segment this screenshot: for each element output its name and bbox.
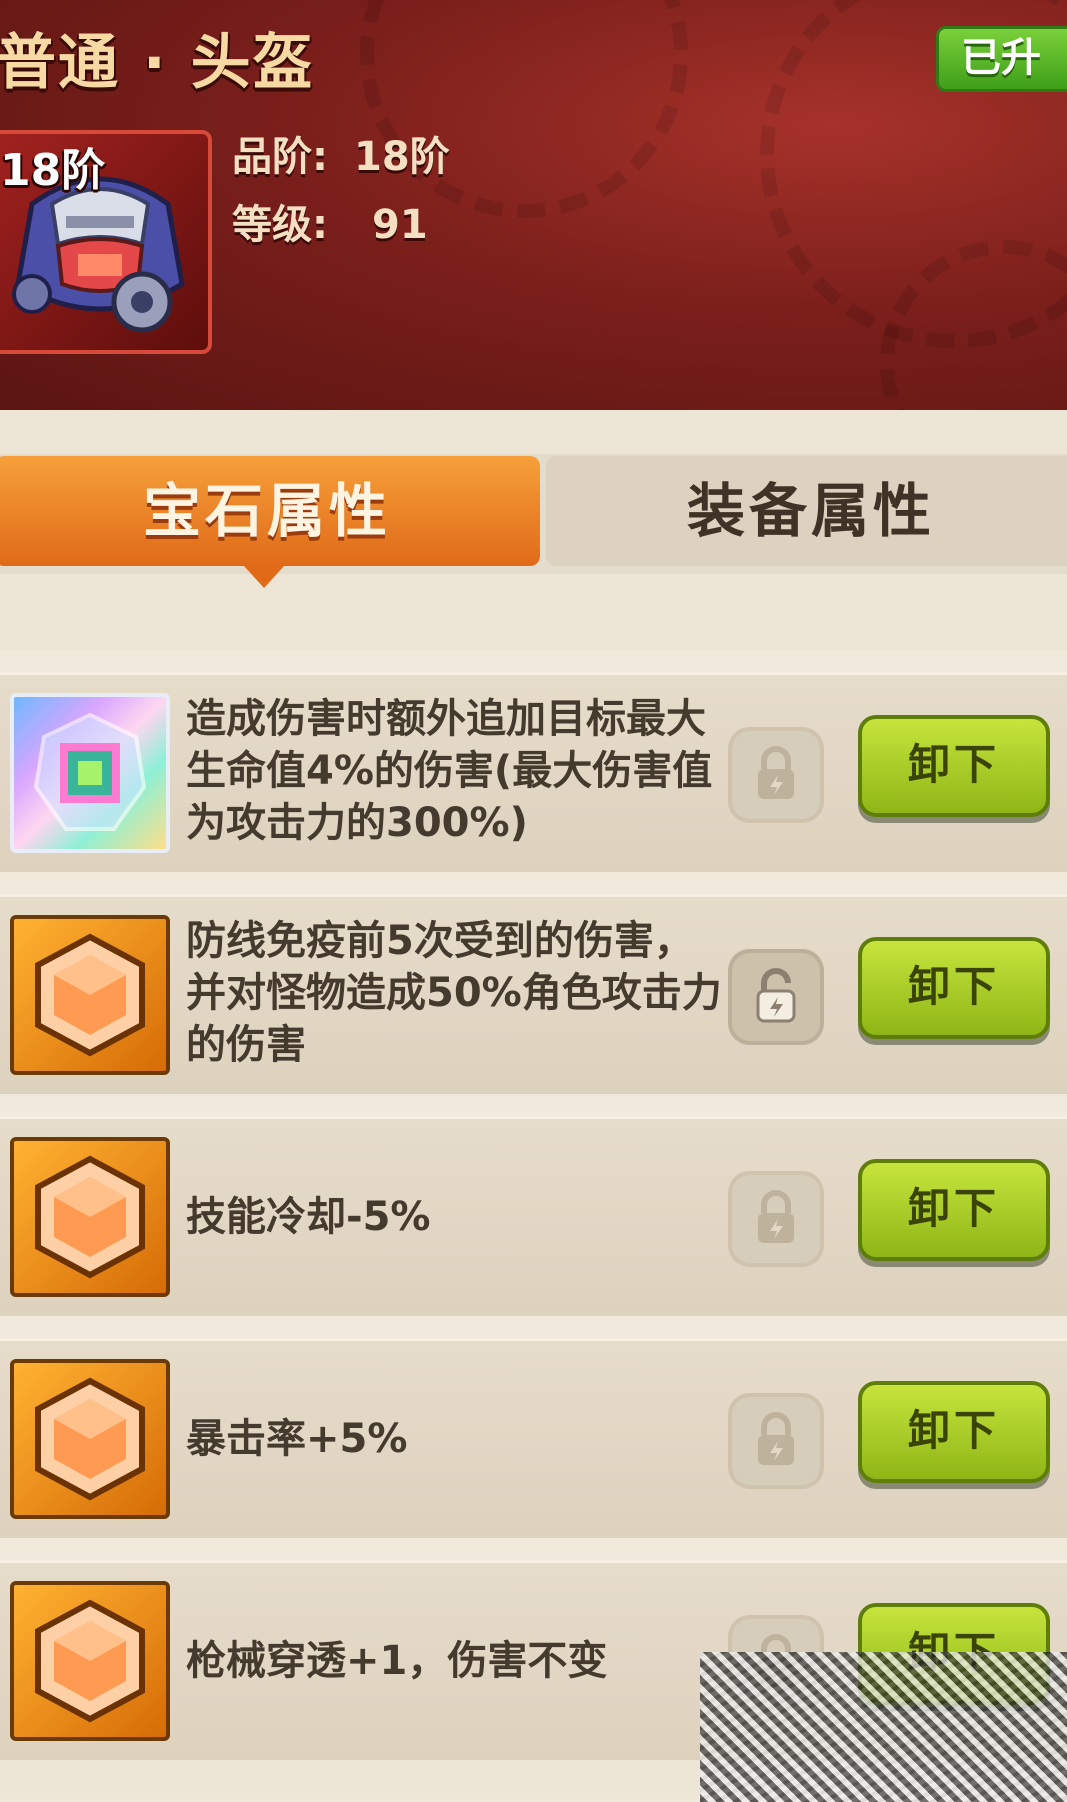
orange-gem-icon[interactable] bbox=[10, 915, 170, 1075]
gem-description: 枪械穿透+1，伤害不变 bbox=[186, 1638, 608, 1684]
unload-gem-button[interactable]: 卸下 bbox=[858, 1159, 1050, 1261]
gear-decoration bbox=[360, 0, 688, 218]
gem-lock-button[interactable] bbox=[728, 1393, 824, 1489]
gem-row: 防线免疫前5次受到的伤害，并对怪物造成50%角色攻击力的伤害 卸下 bbox=[0, 894, 1067, 1094]
level-value: 91 bbox=[372, 202, 428, 248]
rainbow-gem-icon bbox=[33, 712, 147, 831]
level-info: 等级: 91 bbox=[232, 192, 428, 250]
row-separator bbox=[0, 1094, 1067, 1116]
gem-description: 防线免疫前5次受到的伤害，并对怪物造成50%角色攻击力的伤害 bbox=[186, 918, 722, 1068]
noise-overlay bbox=[700, 1652, 1067, 1802]
equipment-item-frame[interactable]: 18阶 bbox=[0, 130, 212, 354]
lock-icon bbox=[758, 1190, 794, 1243]
row-separator bbox=[0, 872, 1067, 894]
orange-gem-icon bbox=[35, 1377, 145, 1501]
unload-gem-button[interactable]: 卸下 bbox=[858, 715, 1050, 817]
equipment-header: 普通 · 头盔 已升 18阶 品阶: 18阶 等级: 91 bbox=[0, 0, 1067, 420]
orange-gem-icon bbox=[35, 1155, 145, 1279]
orange-gem-icon bbox=[35, 1599, 145, 1723]
unload-gem-button[interactable]: 卸下 bbox=[858, 1381, 1050, 1483]
lock-icon bbox=[758, 1412, 794, 1465]
tab-equipment-attributes[interactable]: 装备属性 bbox=[546, 456, 1067, 566]
gem-description: 暴击率+5% bbox=[186, 1416, 408, 1462]
row-separator bbox=[0, 650, 1067, 672]
rank-value: 18阶 bbox=[354, 134, 450, 180]
item-tier-badge: 18阶 bbox=[0, 145, 106, 196]
orange-gem-icon bbox=[35, 933, 145, 1057]
row-separator bbox=[0, 1538, 1067, 1560]
gem-description: 造成伤害时额外追加目标最大生命值4%的伤害(最大伤害值为攻击力的300%) bbox=[186, 696, 713, 846]
rainbow-gem-icon[interactable] bbox=[10, 693, 170, 853]
rank-info: 品阶: 18阶 bbox=[232, 124, 450, 182]
level-label: 等级: bbox=[232, 202, 328, 248]
equipment-title: 普通 · 头盔 bbox=[0, 28, 315, 98]
orange-gem-icon[interactable] bbox=[10, 1137, 170, 1297]
tab-gem-attributes[interactable]: 宝石属性 bbox=[0, 456, 540, 588]
lock-icon bbox=[758, 746, 794, 799]
gem-row: 暴击率+5% 卸下 bbox=[0, 1338, 1067, 1538]
row-separator bbox=[0, 1316, 1067, 1338]
orange-gem-icon[interactable] bbox=[10, 1581, 170, 1741]
gem-lock-button[interactable] bbox=[728, 1171, 824, 1267]
upgraded-badge[interactable]: 已升 bbox=[936, 26, 1067, 92]
gem-lock-button[interactable] bbox=[728, 727, 824, 823]
gem-row: 造成伤害时额外追加目标最大生命值4%的伤害(最大伤害值为攻击力的300%) 卸下 bbox=[0, 672, 1067, 872]
rank-label: 品阶: bbox=[232, 134, 328, 180]
unlock-icon bbox=[756, 968, 796, 1023]
gem-description: 技能冷却-5% bbox=[186, 1194, 431, 1240]
unload-gem-button[interactable]: 卸下 bbox=[858, 937, 1050, 1039]
orange-gem-icon[interactable] bbox=[10, 1359, 170, 1519]
gem-row: 技能冷却-5% 卸下 bbox=[0, 1116, 1067, 1316]
gem-unlock-button[interactable] bbox=[728, 949, 824, 1045]
